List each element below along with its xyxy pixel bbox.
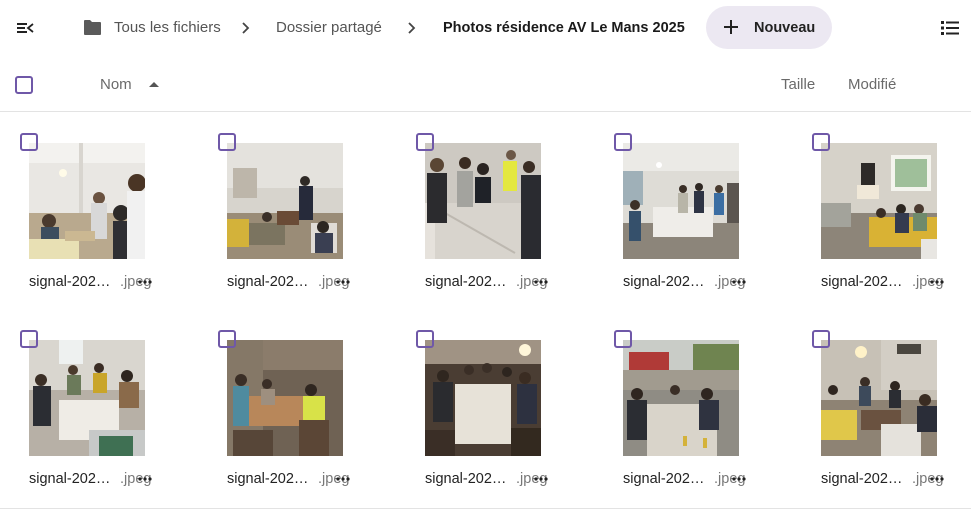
more-actions-icon[interactable] xyxy=(534,477,548,481)
file-name: signal-202… xyxy=(425,471,507,487)
more-actions-icon[interactable] xyxy=(138,280,152,284)
more-actions-icon[interactable] xyxy=(732,280,746,284)
photo-thumbnail[interactable] xyxy=(821,143,937,259)
sort-ascending-icon[interactable] xyxy=(149,81,159,88)
photo-thumbnail[interactable] xyxy=(425,340,541,456)
more-actions-icon[interactable] xyxy=(336,477,350,481)
file-tile[interactable]: signal-202… .jpeg xyxy=(594,113,774,303)
more-actions-icon[interactable] xyxy=(930,477,944,481)
photo-thumbnail[interactable] xyxy=(425,143,541,259)
file-tile[interactable]: signal-202… .jpeg xyxy=(198,113,378,303)
new-button-label: Nouveau xyxy=(754,20,816,36)
column-name[interactable]: Nom xyxy=(100,76,132,94)
folder-icon xyxy=(84,20,101,35)
file-checkbox[interactable] xyxy=(218,133,236,151)
file-name: signal-202… xyxy=(29,471,111,487)
top-bar: Tous les fichiers Dossier partagé Photos… xyxy=(0,0,971,56)
file-checkbox[interactable] xyxy=(20,330,38,348)
chevron-right-icon xyxy=(408,22,416,34)
file-tile[interactable]: signal-202… .jpeg xyxy=(0,310,180,500)
file-grid: signal-202… .jpeg signal-202… .jpeg sign… xyxy=(0,113,971,508)
file-tile[interactable]: signal-202… .jpeg xyxy=(396,310,576,500)
column-modified[interactable]: Modifié xyxy=(848,76,896,94)
list-view-icon[interactable] xyxy=(940,19,960,37)
file-name: signal-202… xyxy=(623,471,705,487)
file-name: signal-202… xyxy=(227,274,309,290)
column-header: Nom Taille Modifié xyxy=(0,58,971,112)
file-checkbox[interactable] xyxy=(614,330,632,348)
more-actions-icon[interactable] xyxy=(732,477,746,481)
file-checkbox[interactable] xyxy=(812,133,830,151)
more-actions-icon[interactable] xyxy=(930,280,944,284)
breadcrumb-shared-folder[interactable]: Dossier partagé xyxy=(276,18,382,38)
photo-thumbnail[interactable] xyxy=(29,143,145,259)
more-actions-icon[interactable] xyxy=(138,477,152,481)
file-name: signal-202… xyxy=(821,274,903,290)
divider xyxy=(0,508,971,509)
file-name: signal-202… xyxy=(623,274,705,290)
file-name: signal-202… xyxy=(227,471,309,487)
photo-thumbnail[interactable] xyxy=(623,340,739,456)
photo-thumbnail[interactable] xyxy=(821,340,937,456)
more-actions-icon[interactable] xyxy=(534,280,548,284)
file-name: signal-202… xyxy=(821,471,903,487)
file-checkbox[interactable] xyxy=(614,133,632,151)
file-tile[interactable]: signal-202… .jpeg xyxy=(198,310,378,500)
file-checkbox[interactable] xyxy=(218,330,236,348)
photo-thumbnail[interactable] xyxy=(227,340,343,456)
file-tile[interactable]: signal-202… .jpeg xyxy=(792,113,971,303)
new-button[interactable]: Nouveau xyxy=(706,6,832,49)
file-checkbox[interactable] xyxy=(416,133,434,151)
photo-thumbnail[interactable] xyxy=(29,340,145,456)
file-checkbox[interactable] xyxy=(812,330,830,348)
photo-thumbnail[interactable] xyxy=(227,143,343,259)
photo-thumbnail[interactable] xyxy=(623,143,739,259)
file-name: signal-202… xyxy=(425,274,507,290)
chevron-right-icon xyxy=(242,22,250,34)
breadcrumb-all-files[interactable]: Tous les fichiers xyxy=(114,18,221,38)
select-all-checkbox[interactable] xyxy=(15,76,33,94)
file-checkbox[interactable] xyxy=(20,133,38,151)
file-tile[interactable]: signal-202… .jpeg xyxy=(594,310,774,500)
menu-collapse-icon[interactable] xyxy=(15,18,35,38)
file-tile[interactable]: signal-202… .jpeg xyxy=(396,113,576,303)
file-name: signal-202… xyxy=(29,274,111,290)
more-actions-icon[interactable] xyxy=(336,280,350,284)
file-tile[interactable]: signal-202… .jpeg xyxy=(0,113,180,303)
column-size[interactable]: Taille xyxy=(781,76,815,94)
file-checkbox[interactable] xyxy=(416,330,434,348)
plus-icon xyxy=(724,20,738,34)
breadcrumb-current-folder[interactable]: Photos résidence AV Le Mans 2025 xyxy=(443,18,685,38)
file-tile[interactable]: signal-202… .jpeg xyxy=(792,310,971,500)
